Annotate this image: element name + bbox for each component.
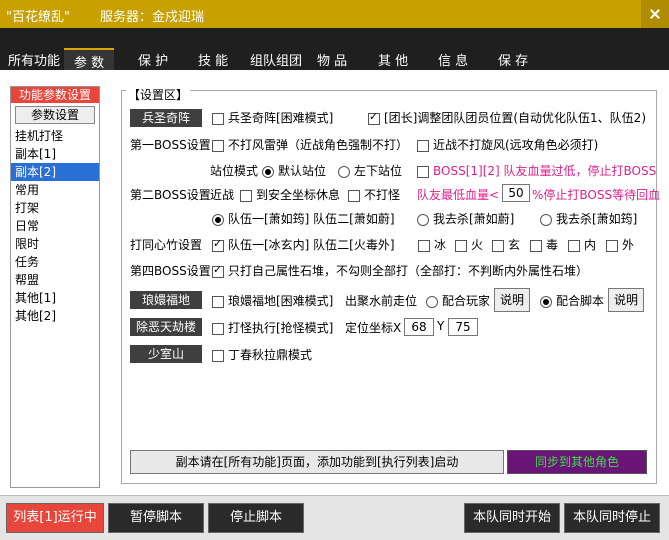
tab-info[interactable]: 信 息 <box>438 50 468 69</box>
notice-bar: 副本请在[所有功能]页面，添加功能到[执行列表]启动 <box>130 450 504 474</box>
team-start-button[interactable]: 本队同时开始 <box>464 503 560 533</box>
tab-params[interactable]: 参 数 <box>64 48 115 72</box>
boss2-label: 第二BOSS设置 <box>130 188 211 202</box>
sidebar-header: 功能参数设置 <box>11 87 99 103</box>
shao-shi-label: 少室山 <box>130 345 202 363</box>
sidebar-item[interactable]: 常用 <box>11 181 99 199</box>
server-label: 服务器：金戍迎瑞 <box>100 10 205 25</box>
adjust-team-checkbox[interactable]: [团长]调整团队团员位置(自动优化队伍1、队伍2) <box>368 109 646 126</box>
opt-player-radio[interactable]: 配合玩家 <box>426 292 490 309</box>
sidebar: 功能参数设置 参数设置 挂机打怪 副本[1] 副本[2] 常用 打架 日常 限时… <box>10 86 100 488</box>
boss4-label: 第四BOSS设置 <box>130 264 211 278</box>
element-xuan-checkbox[interactable]: 玄 <box>492 236 520 253</box>
boss4-checkbox[interactable]: 只打自己属性石堆，不勾则全部打（全部打：不判断内外属性石堆） <box>212 262 588 279</box>
tab-skills[interactable]: 技 能 <box>198 50 228 69</box>
coord-x-input[interactable]: 68 <box>404 318 434 336</box>
boss1-label: 第一BOSS设置 <box>130 138 211 152</box>
sidebar-item[interactable]: 日常 <box>11 217 99 235</box>
tongxin-label: 打同心竹设置 <box>130 238 203 252</box>
no-fight-checkbox[interactable]: 不打怪 <box>348 186 400 203</box>
tongxin-team-checkbox[interactable]: 队伍一[冰玄内] 队伍二[火毒外] <box>212 236 395 253</box>
coord-y-label: Y <box>437 319 445 333</box>
sidebar-item[interactable]: 其他[1] <box>11 289 99 307</box>
boss2-opt1-radio[interactable]: 队伍一[萧如筠] 队伍二[萧如蔚] <box>212 210 395 227</box>
stop-button[interactable]: 停止脚本 <box>208 503 304 533</box>
min-hp-label: 队友最低血量< <box>417 188 500 202</box>
default-stand-radio[interactable]: 默认站位 <box>262 162 326 179</box>
tab-team[interactable]: 组队组团 <box>250 50 302 69</box>
chu-e-label: 除恶天劫楼 <box>130 318 202 336</box>
tab-other[interactable]: 其 他 <box>378 50 408 69</box>
boss2-opt2-radio[interactable]: 我去杀[萧如蔚] <box>417 210 514 227</box>
element-inner-checkbox[interactable]: 内 <box>568 236 596 253</box>
chu-e-mode-checkbox[interactable]: 打怪执行[抢怪模式] <box>212 319 333 336</box>
run-status-button[interactable]: 列表[1]运行中 <box>6 503 104 533</box>
tab-save[interactable]: 保 存 <box>498 50 528 69</box>
main-area: 功能参数设置 参数设置 挂机打怪 副本[1] 副本[2] 常用 打架 日常 限时… <box>0 70 669 496</box>
pause-button[interactable]: 暂停脚本 <box>108 503 204 533</box>
melee-label: 近战 <box>210 188 235 202</box>
team-stop-button[interactable]: 本队同时停止 <box>564 503 660 533</box>
no-thunder-checkbox[interactable]: 不打风雷弹（近战角色强制不打） <box>212 136 408 153</box>
sidebar-item[interactable]: 其他[2] <box>11 307 99 325</box>
to-safe-checkbox[interactable]: 到安全坐标休息 <box>240 186 340 203</box>
element-fire-checkbox[interactable]: 火 <box>455 236 483 253</box>
opt-script-radio[interactable]: 配合脚本 <box>540 292 604 309</box>
no-whirl-checkbox[interactable]: 近战不打旋风(远攻角色必须打) <box>417 136 598 153</box>
tab-all-functions[interactable]: 所有功能 <box>8 50 60 69</box>
lang-huan-hard-checkbox[interactable]: 琅嬛福地[困难模式] <box>212 292 333 309</box>
tab-items[interactable]: 物 品 <box>317 50 347 69</box>
coord-y-input[interactable]: 75 <box>448 318 478 336</box>
tab-protect[interactable]: 保 护 <box>138 50 168 69</box>
explain-button-1[interactable]: 说明 <box>494 288 530 312</box>
sync-button[interactable]: 同步到其他角色 <box>507 450 647 474</box>
sidebar-item[interactable]: 任务 <box>11 253 99 271</box>
sidebar-item[interactable]: 副本[1] <box>11 145 99 163</box>
sidebar-item[interactable]: 挂机打怪 <box>11 127 99 145</box>
element-ice-checkbox[interactable]: 冰 <box>418 236 446 253</box>
sidebar-item[interactable]: 限时 <box>11 235 99 253</box>
app-name: "百花缭乱" <box>6 10 70 25</box>
explain-button-2[interactable]: 说明 <box>608 288 644 312</box>
element-poison-checkbox[interactable]: 毒 <box>530 236 558 253</box>
stop-text: %停止打BOSS等待回血 <box>532 188 661 202</box>
lang-huan-label: 琅嬛福地 <box>130 291 202 309</box>
boss2-opt3-radio[interactable]: 我去杀[萧如筠] <box>540 210 637 227</box>
element-outer-checkbox[interactable]: 外 <box>606 236 634 253</box>
sidebar-item[interactable]: 帮盟 <box>11 271 99 289</box>
sidebar-item[interactable]: 打架 <box>11 199 99 217</box>
left-down-stand-radio[interactable]: 左下站位 <box>338 162 402 179</box>
bing-sheng-hard-checkbox[interactable]: 兵圣奇阵[困难模式] <box>212 109 333 126</box>
close-icon[interactable] <box>641 0 669 28</box>
panel-title: 【设置区】 <box>126 86 191 103</box>
boss-warn-checkbox[interactable]: BOSS[1][2] 队友血量过低，停止打BOSS <box>417 162 656 179</box>
water-label: 出聚水前走位 <box>345 294 418 308</box>
min-hp-input[interactable]: 50 <box>502 184 530 202</box>
shao-shi-checkbox[interactable]: 丁春秋拉鼎模式 <box>212 346 312 363</box>
tab-bar: 所有功能 参 数 保 护 技 能 组队组团 物 品 其 他 信 息 保 存 <box>0 28 669 72</box>
coord-x-label: 定位坐标X <box>345 321 402 335</box>
title-bar: "百花缭乱" 服务器：金戍迎瑞 <box>0 0 669 28</box>
bing-sheng-label: 兵圣奇阵 <box>130 109 202 127</box>
sidebar-subheader[interactable]: 参数设置 <box>15 106 95 124</box>
bottom-bar: 列表[1]运行中 暂停脚本 停止脚本 本队同时开始 本队同时停止 <box>0 496 669 540</box>
sidebar-item-selected[interactable]: 副本[2] <box>11 163 99 181</box>
stand-mode-label: 站位模式 <box>210 164 259 178</box>
